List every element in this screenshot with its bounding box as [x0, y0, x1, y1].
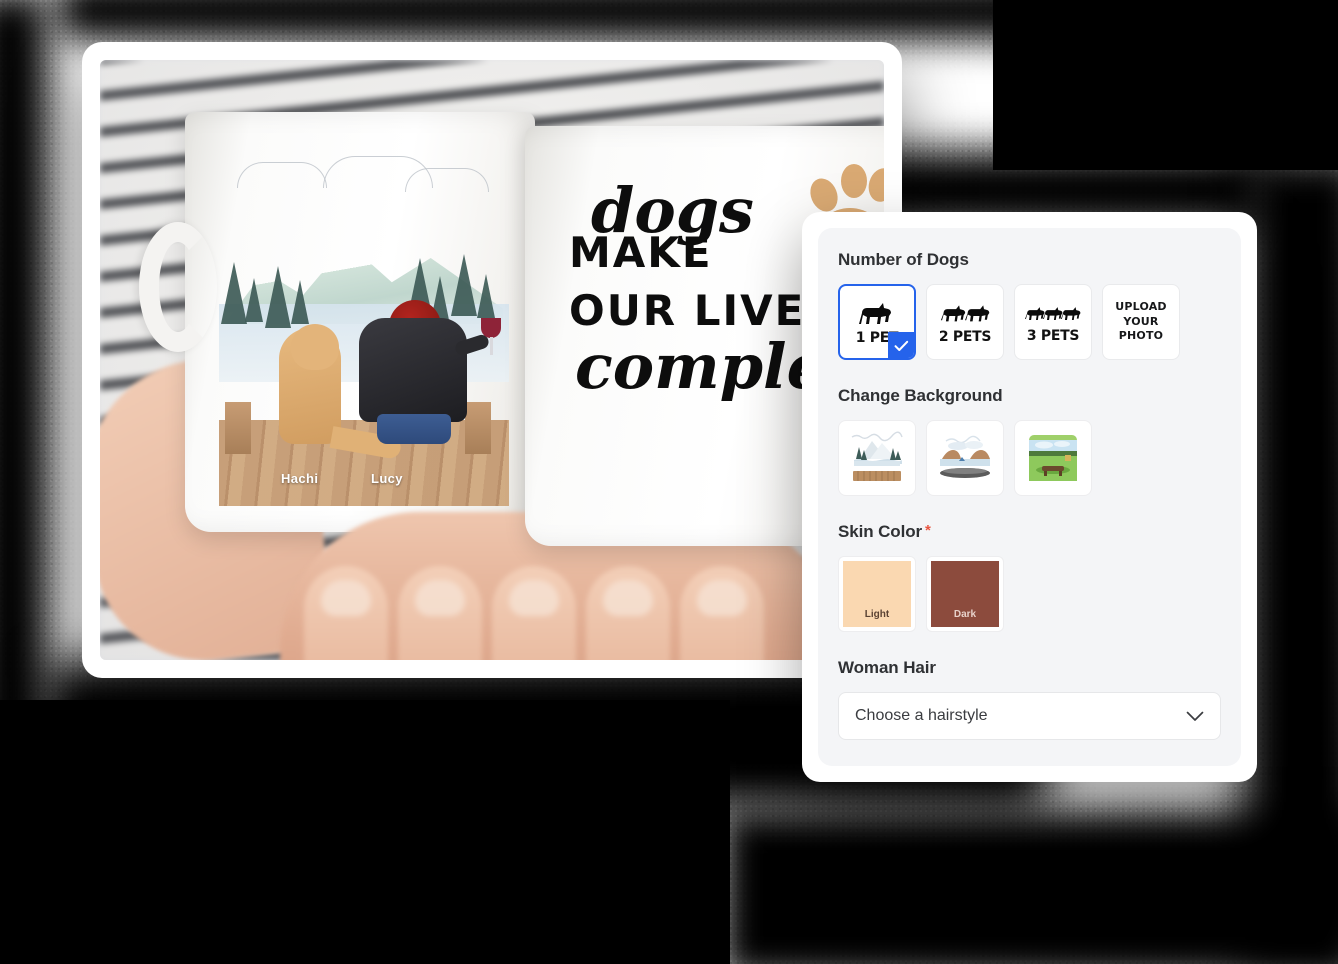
background-option-seaside[interactable]	[926, 420, 1004, 496]
finger	[586, 566, 670, 660]
fingernail	[321, 580, 371, 616]
check-icon	[894, 340, 909, 351]
background-option-meadow[interactable]	[1014, 420, 1092, 496]
background-seaside-icon	[934, 429, 996, 487]
number-of-dogs-options: 1 PET 2 PETS 3 PETS UPLOAD YOUR PHOTO	[838, 284, 1221, 360]
chevron-down-icon	[1186, 711, 1204, 721]
field-number-of-dogs: Number of Dogs 1 PET 2 PETS 3 PETS UPLOA…	[838, 250, 1221, 360]
product-photo-card: Hachi Lucy dogs MAKE OUR LIVES complete	[82, 42, 902, 678]
selected-check-icon	[888, 332, 914, 358]
pine-tree	[477, 274, 495, 318]
dock-post	[465, 402, 491, 454]
fingernail	[603, 580, 653, 616]
product-photo: Hachi Lucy dogs MAKE OUR LIVES complete	[100, 60, 884, 660]
left-mug: Hachi Lucy	[139, 112, 535, 532]
woman-hair-select[interactable]: Choose a hairstyle	[838, 692, 1221, 740]
fingernail	[415, 580, 465, 616]
background-option-mountain-dock[interactable]	[838, 420, 916, 496]
backdrop-block-left	[0, 0, 50, 820]
number-of-dogs-label: Number of Dogs	[838, 250, 969, 269]
skin-color-label-text: Skin Color	[838, 522, 923, 541]
dock-post	[225, 402, 251, 454]
fingernail	[509, 580, 559, 616]
cloud-shape	[237, 162, 327, 188]
skin-color-label: Skin Color *	[838, 522, 1221, 542]
pet-option-3-pets[interactable]: 3 PETS	[1014, 284, 1092, 360]
paw-toe	[841, 164, 867, 198]
wine-glass-stem	[490, 337, 493, 355]
pet-name-label: Hachi	[281, 471, 319, 486]
backdrop-block-top-right	[993, 0, 1338, 170]
pet-option-2-pets[interactable]: 2 PETS	[926, 284, 1004, 360]
finger	[398, 566, 482, 660]
pine-tree	[265, 266, 291, 328]
background-mountain-dock-icon	[846, 429, 908, 487]
app-root: Hachi Lucy dogs MAKE OUR LIVES complete	[0, 0, 1338, 964]
backdrop-block-bottom-left	[0, 700, 730, 964]
fingernail	[697, 580, 747, 616]
pet-option-3-label: 3 PETS	[1026, 327, 1080, 344]
one-dog-icon	[859, 302, 891, 324]
upload-photo-label: UPLOAD YOUR PHOTO	[1115, 299, 1167, 343]
pet-option-upload-photo[interactable]: UPLOAD YOUR PHOTO	[1102, 284, 1180, 360]
pet-option-1-pet[interactable]: 1 PET	[838, 284, 916, 360]
pine-tree	[221, 262, 247, 324]
backdrop-block-bottom-right	[720, 810, 1338, 964]
pet-option-2-label: 2 PETS	[938, 328, 992, 345]
woman-illustration	[359, 300, 501, 444]
backdrop-block-top	[55, 0, 1095, 40]
finger	[492, 566, 576, 660]
pine-tree	[245, 278, 263, 322]
pine-tree	[291, 280, 309, 324]
skin-color-option-dark[interactable]: Dark	[926, 556, 1004, 632]
woman-hair-label: Woman Hair	[838, 658, 936, 677]
mug-handle	[139, 222, 217, 352]
woman-jacket	[359, 318, 467, 422]
woman-hair-selected-value: Choose a hairstyle	[855, 707, 988, 724]
mug-artwork: Hachi Lucy	[219, 154, 509, 506]
required-star-icon: *	[925, 522, 931, 539]
three-dogs-icon	[1025, 306, 1081, 320]
finger	[680, 566, 764, 660]
skin-color-dark-label: Dark	[931, 561, 999, 627]
woman-jeans	[377, 414, 451, 444]
configurator-inner: Number of Dogs 1 PET 2 PETS 3 PETS UPLOA…	[818, 228, 1241, 766]
paw-toe	[864, 165, 884, 205]
product-configurator-panel: Number of Dogs 1 PET 2 PETS 3 PETS UPLOA…	[802, 212, 1257, 782]
wine-glass-icon	[481, 318, 501, 338]
dog-head	[291, 324, 339, 370]
field-change-background: Change Background	[838, 386, 1221, 496]
field-skin-color: Skin Color * Light Dark	[838, 522, 1221, 632]
skin-color-option-light[interactable]: Light	[838, 556, 916, 632]
two-dogs-icon	[940, 304, 990, 321]
field-woman-hair: Woman Hair Choose a hairstyle	[838, 658, 1221, 740]
skin-color-options: Light Dark	[838, 556, 1221, 632]
finger	[304, 566, 388, 660]
background-meadow-icon	[1022, 429, 1084, 487]
skin-color-light-label: Light	[843, 561, 911, 627]
change-background-options	[838, 420, 1221, 496]
change-background-label: Change Background	[838, 386, 1003, 405]
cloud-shape	[405, 168, 489, 192]
human-name-label: Lucy	[371, 471, 403, 486]
dog-illustration	[279, 324, 403, 460]
